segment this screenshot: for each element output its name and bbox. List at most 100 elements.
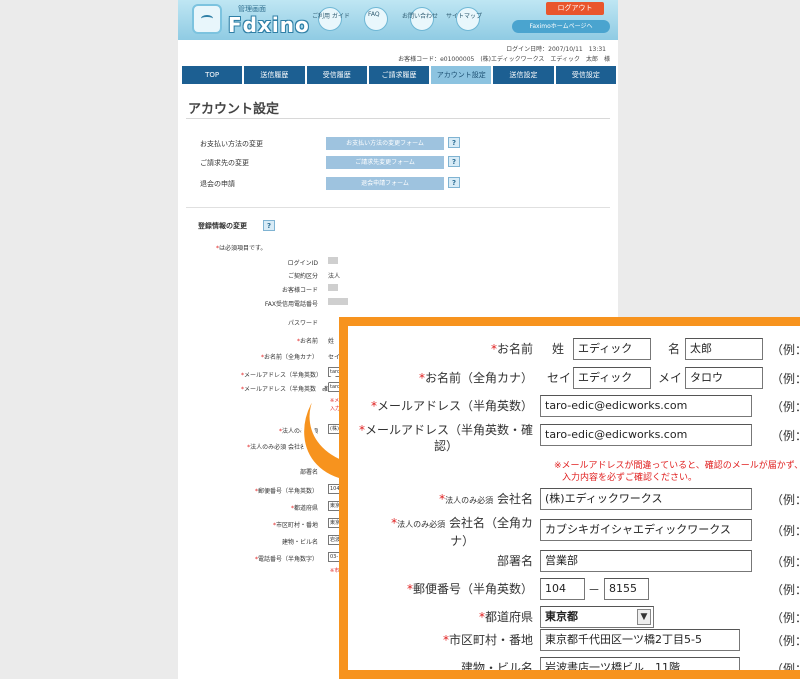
field-label: *お名前 (297, 336, 318, 345)
field-label: *市区町村・番地 (273, 520, 318, 529)
help-icon[interactable]: ? (448, 156, 460, 167)
name-prefix: 姓 (328, 338, 335, 345)
required-note-text: は必須項目です。 (219, 245, 267, 252)
field-label-text: お名前 (299, 338, 318, 345)
field-label: *法人のみ必須 会社名（全角カ ナ） (391, 515, 533, 549)
help-icon[interactable]: ? (448, 137, 460, 148)
withdraw-label: 退会の申請 (200, 180, 235, 188)
field-label: *都道府県 (479, 609, 533, 625)
mascot-icon (192, 4, 222, 34)
zoomed-form-panel: *お名前 姓 エディック 名 太郎 （例： *お名前（全角カナ） セイ エディッ… (339, 317, 800, 679)
surname-prefix: 姓 (552, 342, 565, 356)
field-label: 部署名 (496, 554, 533, 568)
field-label-text: 都道府県 (484, 610, 533, 624)
surname-kana-input[interactable]: エディック (573, 367, 651, 389)
logo-text: Fdxino (228, 13, 310, 37)
nav-item-account-settings[interactable]: アカウント設定 (431, 66, 492, 84)
contact-label: お問い合わせ (402, 13, 439, 20)
email-confirm-input[interactable]: taro-edic@edicworks.com (540, 424, 752, 446)
sitemap-label: サイトマップ (446, 13, 483, 20)
field-label: *メールアドレス（半角英数） (371, 398, 533, 414)
example-text: （例：東 (771, 611, 800, 625)
billing-change-button[interactable]: ご請求先変更フォーム (326, 156, 444, 169)
field-label-text: お名前 (496, 342, 533, 356)
login-datetime: ログイン日時：2007/10/11 13:31 (506, 46, 606, 53)
field-label-text: お名前（全角カナ） (424, 371, 533, 385)
field-label-text: メールアドレス（半角英数・確 (364, 423, 533, 437)
help-icon[interactable]: ? (263, 220, 275, 231)
nav-item-send-settings[interactable]: 送信設定 (493, 66, 554, 84)
main-nav: TOP 送信履歴 受信履歴 ご請求履歴 アカウント設定 送信設定 受信設定 (182, 66, 616, 84)
example-text: （例： (771, 343, 800, 357)
company-input[interactable]: (株)エディックワークス (540, 488, 752, 510)
nav-item-billing-history[interactable]: ご請求履歴 (368, 66, 430, 84)
logout-button[interactable]: ログアウト (546, 2, 604, 15)
email-warning-note: ※メールアドレスが間違っていると、確認のメールが届かず、利用 (554, 461, 800, 471)
nav-item-receive-settings[interactable]: 受信設定 (555, 66, 616, 84)
chevron-down-icon[interactable]: ▼ (637, 609, 651, 625)
field-label-text: 市区町村・番地 (448, 633, 533, 647)
title-divider (186, 118, 610, 119)
field-label-text: お名前（全角カナ） (263, 354, 318, 361)
field-label: *法人のみ必須 会社名 (439, 491, 533, 509)
address-input[interactable]: 東京都千代田区一ツ橋2丁目5-5 (540, 629, 740, 651)
field-label: *お名前（全角カナ） (261, 352, 318, 361)
field-label-text: 認） (433, 439, 458, 453)
field-label-text: ナ） (450, 534, 475, 548)
field-label: *お名前（全角カナ） (419, 370, 533, 386)
corporate-only-tag: 法人のみ必須 (397, 520, 446, 529)
field-label: お客様コード (281, 287, 318, 294)
example-text: （例：営 (771, 555, 800, 569)
field-label-text: 電話番号（半角数字） (257, 556, 318, 563)
guide-label: ご利用 ガイド (312, 13, 350, 20)
example-text: （例：t (771, 400, 800, 414)
surname-input[interactable]: エディック (573, 338, 651, 360)
nav-item-send-history[interactable]: 送信履歴 (244, 66, 305, 84)
example-text: （例：t (771, 429, 800, 443)
billing-change-label: ご請求先の変更 (200, 159, 249, 167)
payment-change-label: お支払い方法の変更 (200, 140, 263, 148)
givenname-kana-prefix: メイ (658, 371, 683, 385)
corporate-only-tag: 法人のみ必須 (445, 496, 494, 505)
field-label-text: 市区町村・番地 (275, 522, 318, 529)
field-label: *メールアドレス（半角英数・確 認） (359, 422, 533, 454)
field-label: *お名前 (491, 341, 533, 357)
prefecture-value: 東京都 (545, 610, 578, 623)
help-icon[interactable]: ? (448, 177, 460, 188)
prefecture-select[interactable]: 東京都 ▼ (540, 606, 654, 628)
nav-item-receive-history[interactable]: 受信履歴 (306, 66, 367, 84)
field-label: 建物・ビル名 (460, 661, 533, 675)
givenname-kana-input[interactable]: タロウ (685, 367, 763, 389)
field-label: *郵便番号（半角英数） (407, 581, 533, 597)
field-label: パスワード (287, 320, 318, 327)
field-label: 建物・ビル名 (281, 539, 318, 546)
example-text: （例： (771, 372, 800, 386)
example-text: （例：カ (771, 524, 800, 538)
email-input[interactable]: taro-edic@edicworks.com (540, 395, 752, 417)
address-note-stub: ※市 (330, 568, 340, 574)
givenname-input[interactable]: 太郎 (685, 338, 763, 360)
payment-change-button[interactable]: お支払い方法の変更フォーム (326, 137, 444, 150)
example-text: （例：1 (771, 583, 800, 597)
postal-code-first-input[interactable]: 104 (540, 578, 585, 600)
field-label: *電話番号（半角数字） (255, 554, 318, 563)
registration-section-title: 登録情報の変更 (198, 222, 247, 230)
building-input[interactable]: 岩波書店一ツ橋ビル 11階 (540, 657, 740, 670)
faq-label: FAQ (368, 11, 380, 18)
postal-code-second-input[interactable]: 8155 (604, 578, 649, 600)
department-input[interactable]: 営業部 (540, 550, 752, 572)
nav-item-top[interactable]: TOP (182, 66, 243, 84)
withdraw-button[interactable]: 退会申請フォーム (326, 177, 444, 190)
homepage-link[interactable]: Faximoホームページへ (512, 20, 610, 33)
field-label: FAX受信用電話番号 (264, 301, 318, 308)
field-label: ご契約区分 (287, 273, 318, 280)
example-text: （例：株 (771, 493, 800, 507)
page-title: アカウント設定 (188, 102, 280, 117)
field-label-text: 郵便番号（半角英数） (412, 582, 533, 596)
required-note: *は必須項目です。 (216, 243, 266, 252)
field-label-text: 都道府県 (293, 505, 318, 512)
login-id-value (328, 257, 338, 264)
field-label: *市区町村・番地 (443, 632, 533, 648)
field-label-text: 会社名（全角カ (448, 516, 533, 530)
company-kana-input[interactable]: カブシキガイシャエディックワークス (540, 519, 752, 541)
